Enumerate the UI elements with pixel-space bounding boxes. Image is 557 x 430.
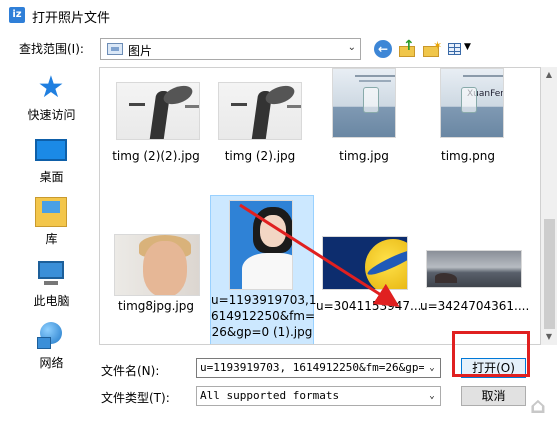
file-item[interactable]: XuanFeng timg.png [416, 68, 520, 168]
chevron-down-icon[interactable]: ⌄ [424, 359, 440, 377]
new-folder-button[interactable]: ✶ [423, 39, 443, 58]
desktop-icon [35, 139, 67, 161]
place-label: 网络 [39, 356, 64, 370]
file-name: timg (2).jpg [224, 149, 296, 163]
library-icon [35, 197, 67, 227]
thumbnail-image [218, 82, 302, 140]
view-menu-arrow: ▼ [464, 42, 471, 52]
place-label: 快速访问 [27, 108, 76, 122]
file-name-line: u=1193919703,1 [211, 293, 317, 307]
places-bar: ★ 快速访问 桌面 库 此电脑 网络 [11, 67, 92, 386]
thumbnail-image [426, 250, 522, 288]
thumbnail-image [322, 236, 408, 290]
up-folder-button[interactable]: ↑ [399, 38, 417, 58]
file-list[interactable]: timg (2)(2).jpg timg (2).jpg timg.jpg Xu… [99, 67, 541, 345]
pictures-folder-icon [107, 43, 123, 55]
place-this-pc[interactable]: 此电脑 [11, 253, 92, 313]
chevron-down-icon[interactable]: ⌄ [424, 387, 440, 405]
filename-label: 文件名(N): [101, 364, 160, 378]
place-label: 此电脑 [33, 294, 70, 308]
place-library[interactable]: 库 [11, 191, 92, 251]
sparkle-icon: ✶ [433, 39, 443, 52]
file-item[interactable]: timg8jpg.jpg [104, 198, 208, 318]
filename-value: u=1193919703, 1614912250&fm=26&gp=0 (1 [200, 361, 441, 374]
file-item[interactable]: timg.jpg [312, 68, 416, 168]
file-name: timg (2)(2).jpg [112, 149, 200, 163]
file-name: timg8jpg.jpg [118, 299, 194, 313]
thumbnail-image [332, 68, 396, 138]
window-title: 打开照片文件 [32, 11, 111, 26]
file-item[interactable]: timg (2).jpg [208, 68, 312, 168]
thumbnail-image: XuanFeng [440, 68, 504, 138]
file-name: timg.png [441, 149, 495, 163]
scrollbar-thumb[interactable] [544, 219, 555, 329]
place-quick-access[interactable]: ★ 快速访问 [11, 67, 92, 127]
file-item-selected[interactable]: u=1193919703,1 614912250&fm= 26&gp=0 (1)… [210, 195, 317, 344]
file-name-line: 26&gp=0 (1).jpg [211, 325, 313, 339]
title-bar: iz 打开照片文件 [0, 0, 557, 31]
place-label: 桌面 [39, 170, 64, 184]
filename-input[interactable]: u=1193919703, 1614912250&fm=26&gp=0 (1 ⌄ [196, 358, 441, 378]
chevron-down-icon[interactable]: ⌄ [348, 42, 356, 53]
place-desktop[interactable]: 桌面 [11, 129, 92, 189]
up-arrow-icon: ↑ [403, 38, 415, 54]
view-menu-button[interactable]: ▼ [447, 40, 473, 58]
lookin-label: 查找范围(I): [19, 42, 84, 56]
scroll-up-icon[interactable]: ▲ [541, 67, 557, 83]
file-name: timg.jpg [339, 149, 389, 163]
back-button[interactable]: ← [374, 40, 392, 58]
thumbnail-image [114, 234, 200, 296]
app-icon: iz [9, 7, 25, 23]
computer-icon [35, 259, 67, 289]
filetype-value: All supported formats [200, 389, 340, 402]
lookin-combo[interactable]: 图片 ⌄ [100, 38, 361, 60]
file-item[interactable]: u=3041153947.... [316, 198, 426, 318]
file-name-line: 614912250&fm= [211, 309, 316, 323]
thumbnail-image [229, 200, 293, 290]
place-label: 库 [45, 232, 58, 246]
file-item[interactable]: timg (2)(2).jpg [104, 68, 208, 168]
vertical-scrollbar[interactable]: ▲ ▼ [541, 67, 557, 345]
network-icon [35, 321, 67, 351]
annotation-highlight-box [452, 331, 530, 377]
star-icon: ★ [37, 70, 65, 105]
lookin-value: 图片 [128, 44, 153, 58]
scroll-down-icon[interactable]: ▼ [541, 329, 557, 345]
filetype-label: 文件类型(T): [101, 391, 170, 405]
watermark-logo: ⌂ [530, 394, 546, 419]
view-grid-icon [448, 43, 461, 55]
cancel-button[interactable]: 取消 [461, 386, 526, 406]
place-network[interactable]: 网络 [11, 315, 92, 375]
file-item[interactable]: u=3424704361.... [420, 198, 530, 318]
filetype-select[interactable]: All supported formats ⌄ [196, 386, 441, 406]
file-name: u=3041153947.... [316, 299, 426, 313]
file-name: u=3424704361.... [420, 299, 530, 313]
thumbnail-image [116, 82, 200, 140]
